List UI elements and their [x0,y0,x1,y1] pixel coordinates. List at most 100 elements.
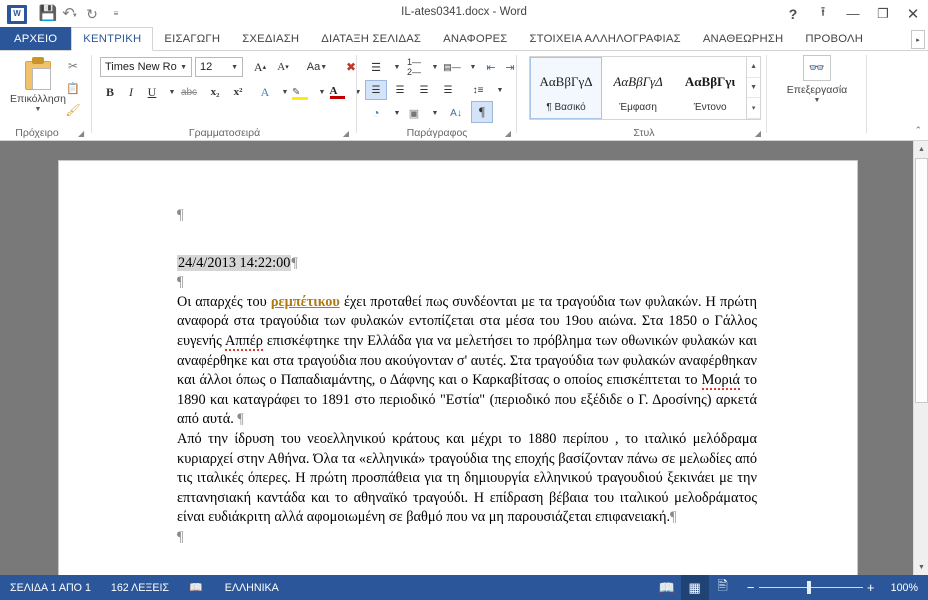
word-count[interactable]: 162 ΛΕΞΕΙΣ [101,575,179,600]
subscript-icon[interactable]: x₂ [204,82,226,102]
styles-more-icon[interactable]: ▾ [747,98,761,120]
proofing-errors-icon[interactable]: 📖 [179,575,215,600]
web-layout-icon[interactable]: 🖹 [709,575,737,600]
ribbon-group-styles: ΑαΒβΓγΔ ¶ Βασικό ΑαΒβΓγΔ Έμφαση ΑαΒβΓγι … [521,51,767,141]
tab-review[interactable]: ΑΝΑΘΕΩΡΗΣΗ [692,27,795,50]
tab-page-layout[interactable]: ΔΙΑΤΑΞΗ ΣΕΛΙΔΑΣ [310,27,432,50]
tab-home[interactable]: ΚΕΝΤΡΙΚΗ [71,27,154,51]
justify-icon[interactable]: ☰ [437,80,459,100]
zoom-slider-handle[interactable] [806,581,811,594]
text-effects-icon[interactable]: A [255,82,275,102]
copy-icon[interactable]: 📋 [62,78,84,98]
sort-icon[interactable]: A↓ [445,103,467,123]
font-name-caret-icon[interactable]: ▼ [180,64,187,71]
bold-label: B [105,84,114,99]
numbering-icon[interactable]: 1— 2— [403,57,425,77]
clipboard-dialog-launcher-icon[interactable]: ◢ [78,129,84,138]
italic-icon[interactable]: I [121,82,141,102]
scroll-up-icon[interactable]: ▲ [914,141,928,157]
styles-dialog-launcher-icon[interactable]: ◢ [755,129,761,138]
bullets-icon[interactable]: ☰ [365,57,387,77]
strikethrough-icon[interactable]: abc [176,82,202,102]
date-field-value[interactable]: 24/4/2013 14:22:00 [177,254,292,271]
zoom-slider[interactable] [758,575,863,600]
close-icon[interactable]: ✕ [898,0,928,27]
document-canvas[interactable]: ¶ 24/4/2013 14:22:00¶ ¶ Οι απαρχές του ρ… [0,141,913,575]
font-size-combo[interactable]: 12 ▼ [195,57,243,77]
vertical-scrollbar[interactable]: ▲ ▼ [913,141,928,575]
hyperlink-rempetikou[interactable]: ρεμπέτικου [271,294,340,310]
style-item-emphasis[interactable]: ΑαΒβΓγΔ Έμφαση [602,57,674,119]
editing-dropdown-icon[interactable]: ▼ [814,97,821,104]
minimize-icon[interactable]: — [838,0,868,27]
cut-icon[interactable]: ✂ [62,56,84,76]
shrink-font-icon[interactable]: A ▾ [272,57,294,77]
paragraph-body-2[interactable]: Από την ίδρυση του νεοελληνικού κράτους … [177,430,757,528]
highlight-icon[interactable]: ✎ [289,82,311,102]
increase-indent-icon[interactable]: ⇥ [500,57,520,77]
tab-overflow-icon[interactable]: ▸ [911,30,925,49]
tab-design[interactable]: ΣΧΕΔΙΑΣΗ [231,27,310,50]
underline-icon[interactable]: U [142,82,162,102]
paragraph-dialog-launcher-icon[interactable]: ◢ [505,129,511,138]
tab-mailings[interactable]: ΣΤΟΙΧΕΙΑ ΑΛΛΗΛΟΓΡΑΦΙΑΣ [518,27,691,50]
shading-icon[interactable]: ◔ [365,103,387,123]
tab-insert[interactable]: ΕΙΣΑΓΩΓΗ [153,27,231,50]
align-right-icon[interactable]: ☰ [413,80,435,100]
ribbon-display-options-icon[interactable]: ⭱ [808,0,838,27]
format-painter-icon[interactable]: 🖌 [62,100,84,120]
page-content[interactable]: ¶ 24/4/2013 14:22:00¶ ¶ Οι απαρχές του ρ… [177,206,757,548]
page-indicator[interactable]: ΣΕΛΙΔΑ 1 ΑΠΟ 1 [0,575,101,600]
paragraph-date-field[interactable]: 24/4/2013 14:22:00¶ [177,254,757,274]
font-dialog-launcher-icon[interactable]: ◢ [343,129,349,138]
decrease-indent-icon[interactable]: ⇤ [481,57,501,77]
paragraph-empty-1[interactable]: ¶ [177,206,757,226]
change-case-icon[interactable]: Aa ▼ [300,57,334,77]
paragraph-1-mid-2: επισκέφτηκε την Ελλάδα για να μελετήσει … [177,332,757,389]
styles-scroll-up-icon[interactable]: ▲ [747,57,761,78]
align-center-icon[interactable]: ☰ [389,80,411,100]
misspelled-word-apper[interactable]: Αππέρ [224,332,263,351]
borders-caret-icon[interactable]: ▼ [425,103,445,123]
paragraph-body-1[interactable]: Οι απαρχές του ρεμπέτικου έχει προταθεί … [177,293,757,430]
multilevel-caret-icon[interactable]: ▼ [463,57,483,77]
tab-view[interactable]: ΠΡΟΒΟΛΗ [794,27,874,50]
multilevel-list-icon[interactable]: ▤— [441,57,463,77]
style-item-normal[interactable]: ΑαΒβΓγΔ ¶ Βασικό [530,57,603,119]
document-page[interactable]: ¶ 24/4/2013 14:22:00¶ ¶ Οι απαρχές του ρ… [58,160,858,575]
print-layout-icon[interactable]: ▦ [680,575,709,600]
zoom-out-icon[interactable]: − [743,580,759,595]
style-item-strong[interactable]: ΑαΒβΓγι Έντονο [674,57,746,119]
paste-dropdown-icon[interactable]: ▼ [35,106,42,113]
zoom-control[interactable]: − + [737,575,885,600]
scroll-down-icon[interactable]: ▼ [914,559,928,575]
editing-button[interactable]: 👓 Επεξεργασία ▼ [785,55,849,104]
font-color-icon[interactable]: A [326,82,348,102]
align-left-icon[interactable]: ☰ [365,80,387,100]
tab-references[interactable]: ΑΝΑΦΟΡΕΣ [432,27,518,50]
help-icon[interactable]: ? [778,0,808,27]
misspelled-word-moria[interactable]: Μοριά [701,372,741,391]
bold-icon[interactable]: B [100,82,120,102]
borders-icon[interactable]: ▣ [403,103,425,123]
zoom-in-icon[interactable]: + [863,580,879,595]
line-spacing-caret-icon[interactable]: ▼ [490,80,510,100]
scrollbar-thumb[interactable] [915,158,928,403]
font-name-combo[interactable]: Times New Ro ▼ [100,57,192,77]
superscript-icon[interactable]: x² [227,82,249,102]
collapse-ribbon-icon[interactable]: ⌃ [914,125,922,136]
line-spacing-icon[interactable]: ↕≡ [467,80,489,100]
restore-icon[interactable]: ❐ [868,0,898,27]
paragraph-empty-2[interactable]: ¶ [177,273,757,293]
zoom-level[interactable]: 100% [885,582,928,594]
paste-button[interactable]: Επικόλληση ▼ [6,55,70,121]
show-formatting-marks-icon[interactable]: ¶ [471,101,493,123]
grow-font-icon[interactable]: A ▴ [249,57,271,77]
read-mode-icon[interactable]: 📖 [653,575,681,600]
styles-scroll-down-icon[interactable]: ▼ [747,78,761,99]
language-indicator[interactable]: ΕΛΛΗΝΙΚΑ [215,575,289,600]
paragraph-empty-3[interactable]: ¶ [177,528,757,548]
tab-file[interactable]: ΑΡΧΕΙΟ [0,27,72,50]
font-size-caret-icon[interactable]: ▼ [231,64,238,71]
scrollbar-track[interactable] [914,403,928,559]
